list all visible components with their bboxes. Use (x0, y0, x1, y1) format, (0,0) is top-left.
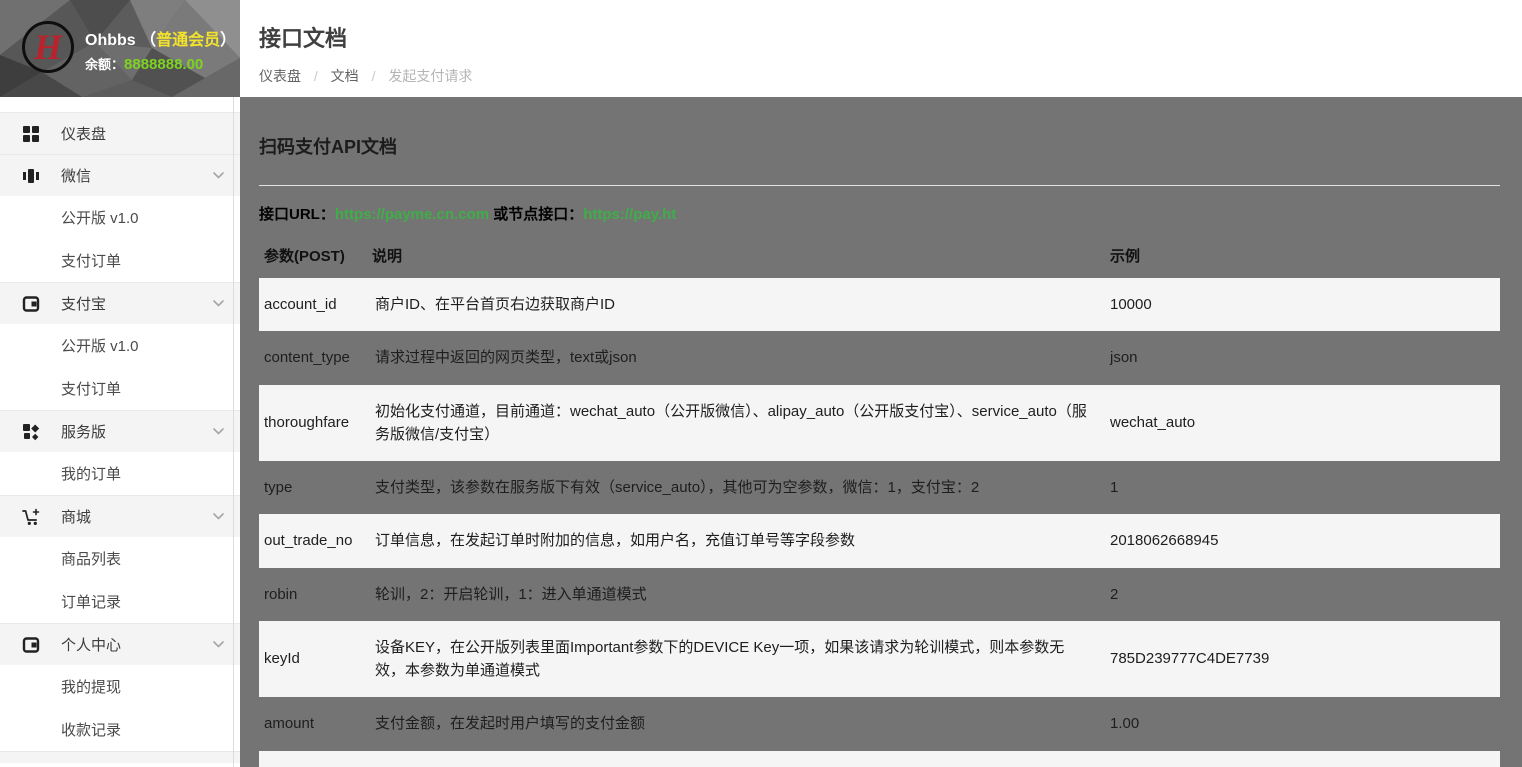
cell-param: amount (259, 697, 367, 750)
sidebar-item-my-orders[interactable]: 我的订单 (0, 452, 240, 495)
sidebar: H Ohbbs （普通会员） 余额：8888888.00 仪表盘 微信 公开版 … (0, 0, 240, 767)
balance-label: 余额： (85, 57, 124, 72)
breadcrumb: 仪表盘 / 文档 / 发起支付请求 (259, 66, 1522, 86)
api-url-link[interactable]: https://payme.cn.com (335, 206, 489, 223)
sidebar-item-dashboard[interactable]: 仪表盘 (0, 112, 240, 155)
api-url-middle: 或节点接口： (489, 206, 583, 223)
bars-icon (22, 167, 40, 185)
cell-example: 1 (1102, 461, 1500, 514)
cell-example: 10000 (1102, 278, 1500, 331)
app: H Ohbbs （普通会员） 余额：8888888.00 仪表盘 微信 公开版 … (0, 0, 1522, 767)
sidebar-item-alipay-public[interactable]: 公开版 v1.0 (0, 324, 240, 367)
cell-example: 1.00 (1102, 697, 1500, 750)
chevron-down-icon (213, 641, 224, 648)
table-row: out_trade_no 订单信息，在发起订单时附加的信息，如用户名，充值订单号… (259, 514, 1500, 567)
sidebar-item-wechat-orders[interactable]: 支付订单 (0, 239, 240, 282)
sidebar-item-service[interactable]: 服务版 (0, 410, 240, 453)
table-row: callback_url 异步通知地址，在支付完成时，本平台服务器系统会自动向该… (259, 751, 1500, 767)
cell-param: keyId (259, 621, 367, 698)
sidebar-item-mall[interactable]: 商城 (0, 495, 240, 538)
chevron-down-icon (213, 300, 224, 307)
table-row: account_id 商户ID、在平台首页右边获取商户ID 10000 (259, 278, 1500, 331)
chevron-down-icon (213, 513, 224, 520)
cell-example: 2 (1102, 568, 1500, 621)
dashboard-icon (22, 125, 40, 143)
cell-example: 2018062668945 (1102, 514, 1500, 567)
sidebar-footer-strip (0, 751, 240, 763)
balance-value: 8888888.00 (124, 56, 203, 73)
table-row: thoroughfare 初始化支付通道，目前通道：wechat_auto（公开… (259, 385, 1500, 462)
sidebar-nav: 仪表盘 微信 公开版 v1.0 支付订单 支付宝 公开版 v1.0 支付订单 服… (0, 97, 240, 751)
wallet-icon (22, 636, 40, 654)
table-row: robin 轮训，2：开启轮训，1：进入单通道模式 2 (259, 568, 1500, 621)
cell-desc: 订单信息，在发起订单时附加的信息，如用户名，充值订单号等字段参数 (367, 514, 1102, 567)
wallet-icon (22, 295, 40, 313)
chevron-down-icon (213, 172, 224, 179)
sidebar-item-order-records[interactable]: 订单记录 (0, 580, 240, 623)
table-row: amount 支付金额，在发起时用户填写的支付金额 1.00 (259, 697, 1500, 750)
breadcrumb-dashboard[interactable]: 仪表盘 (259, 68, 301, 84)
cell-desc: 设备KEY，在公开版列表里面Important参数下的DEVICE Key一项，… (367, 621, 1102, 698)
sidebar-item-my-withdrawals[interactable]: 我的提现 (0, 665, 240, 708)
sidebar-header: H Ohbbs （普通会员） 余额：8888888.00 (0, 0, 240, 97)
sidebar-item-alipay-orders[interactable]: 支付订单 (0, 367, 240, 410)
brand-logo: H (22, 21, 74, 73)
sidebar-item-alipay[interactable]: 支付宝 (0, 282, 240, 325)
sidebar-item-product-list[interactable]: 商品列表 (0, 537, 240, 580)
cell-desc: 轮训，2：开启轮训，1：进入单通道模式 (367, 568, 1102, 621)
balance-line: 余额：8888888.00 (85, 54, 203, 73)
api-url-line: 接口URL：https://payme.cn.com 或节点接口：https:/… (259, 203, 1500, 224)
breadcrumb-separator: / (314, 68, 318, 84)
sidebar-item-receipt-records[interactable]: 收款记录 (0, 708, 240, 751)
chevron-down-icon (213, 428, 224, 435)
sidebar-item-wechat-public[interactable]: 公开版 v1.0 (0, 196, 240, 239)
col-header-param: 参数(POST) (259, 237, 367, 278)
cell-desc: 请求过程中返回的网页类型，text或json (367, 331, 1102, 384)
cell-param: account_id (259, 278, 367, 331)
page-header: 接口文档 仪表盘 / 文档 / 发起支付请求 (240, 0, 1522, 97)
cell-param: content_type (259, 331, 367, 384)
breadcrumb-current: 发起支付请求 (388, 68, 472, 84)
section-divider (259, 185, 1500, 186)
cell-desc: 支付金额，在发起时用户填写的支付金额 (367, 697, 1102, 750)
sidebar-item-wechat[interactable]: 微信 (0, 154, 240, 197)
cell-example: json (1102, 331, 1500, 384)
table-row: content_type 请求过程中返回的网页类型，text或json json (259, 331, 1500, 384)
cell-example: https://www.codesceo.com/callback_url/pa… (1102, 751, 1500, 767)
table-header-row: 参数(POST) 说明 示例 (259, 237, 1500, 278)
col-header-desc: 说明 (367, 237, 1102, 278)
cell-desc: 初始化支付通道，目前通道：wechat_auto（公开版微信）、alipay_a… (367, 385, 1102, 462)
api-url-label: 接口URL： (259, 206, 335, 223)
col-header-example: 示例 (1102, 237, 1500, 278)
user-name-line: Ohbbs （普通会员） (85, 26, 236, 50)
user-name: Ohbbs (85, 32, 136, 49)
content-panel: 扫码支付API文档 接口URL：https://payme.cn.com 或节点… (240, 97, 1522, 767)
logo-letter: H (34, 29, 62, 65)
api-params-table: 参数(POST) 说明 示例 account_id 商户ID、在平台首页右边获取… (259, 237, 1500, 767)
breadcrumb-separator: / (372, 68, 376, 84)
table-row: type 支付类型，该参数在服务版下有效（service_auto），其他可为空… (259, 461, 1500, 514)
sidebar-item-profile[interactable]: 个人中心 (0, 623, 240, 666)
api-node-url-link[interactable]: https://pay.ht (583, 206, 676, 223)
table-row: keyId 设备KEY，在公开版列表里面Important参数下的DEVICE … (259, 621, 1500, 698)
cart-plus-icon (22, 508, 40, 526)
page-title: 接口文档 (259, 0, 1522, 53)
cell-param: robin (259, 568, 367, 621)
breadcrumb-docs[interactable]: 文档 (331, 68, 359, 84)
cell-param: callback_url (259, 751, 367, 767)
shapes-icon (22, 423, 40, 441)
cell-param: out_trade_no (259, 514, 367, 567)
cell-desc: 商户ID、在平台首页右边获取商户ID (367, 278, 1102, 331)
cell-example: wechat_auto (1102, 385, 1500, 462)
cell-example: 785D239777C4DE7739 (1102, 621, 1500, 698)
section-title: 扫码支付API文档 (259, 133, 1500, 159)
cell-param: type (259, 461, 367, 514)
cell-desc: 支付类型，该参数在服务版下有效（service_auto），其他可为空参数，微信… (367, 461, 1102, 514)
cell-desc: 异步通知地址，在支付完成时，本平台服务器系统会自动向该地址发起一条支付成功的回调… (367, 751, 1102, 767)
membership-badge: 普通会员 (156, 32, 220, 49)
cell-param: thoroughfare (259, 385, 367, 462)
main-area: 接口文档 仪表盘 / 文档 / 发起支付请求 扫码支付API文档 接口URL：h… (240, 0, 1522, 767)
